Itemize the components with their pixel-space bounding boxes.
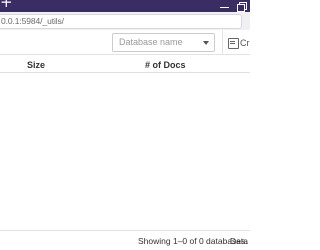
toolbar-divider bbox=[222, 30, 223, 55]
window-controls bbox=[220, 0, 247, 12]
footer-extra-label: Data bbox=[230, 236, 248, 246]
url-field[interactable]: 0.0.1:5984/_utils/ bbox=[0, 14, 242, 29]
caret-down-icon bbox=[203, 41, 209, 45]
pagination-footer: Showing 1–0 of 0 databases. Data bbox=[0, 230, 250, 250]
create-database-button[interactable]: Cr bbox=[228, 34, 258, 51]
minimize-icon[interactable] bbox=[220, 2, 229, 11]
database-name-select[interactable]: Database name bbox=[112, 33, 215, 52]
address-bar: 0.0.1:5984/_utils/ bbox=[0, 12, 250, 30]
database-icon bbox=[228, 38, 239, 49]
restore-icon[interactable] bbox=[237, 1, 247, 12]
new-tab-plus-icon[interactable]: + bbox=[0, 0, 13, 10]
column-header-doc-count[interactable]: # of Docs bbox=[145, 60, 186, 70]
browser-titlebar: + bbox=[0, 0, 250, 12]
databases-table-header: Size # of Docs bbox=[0, 56, 250, 73]
database-name-placeholder: Database name bbox=[119, 37, 183, 47]
databases-table-body bbox=[0, 74, 250, 229]
url-text: 0.0.1:5984/_utils/ bbox=[1, 16, 64, 26]
create-database-label: Cr bbox=[240, 37, 250, 48]
column-header-size[interactable]: Size bbox=[27, 60, 45, 70]
databases-toolbar: Database name Cr bbox=[0, 30, 250, 55]
